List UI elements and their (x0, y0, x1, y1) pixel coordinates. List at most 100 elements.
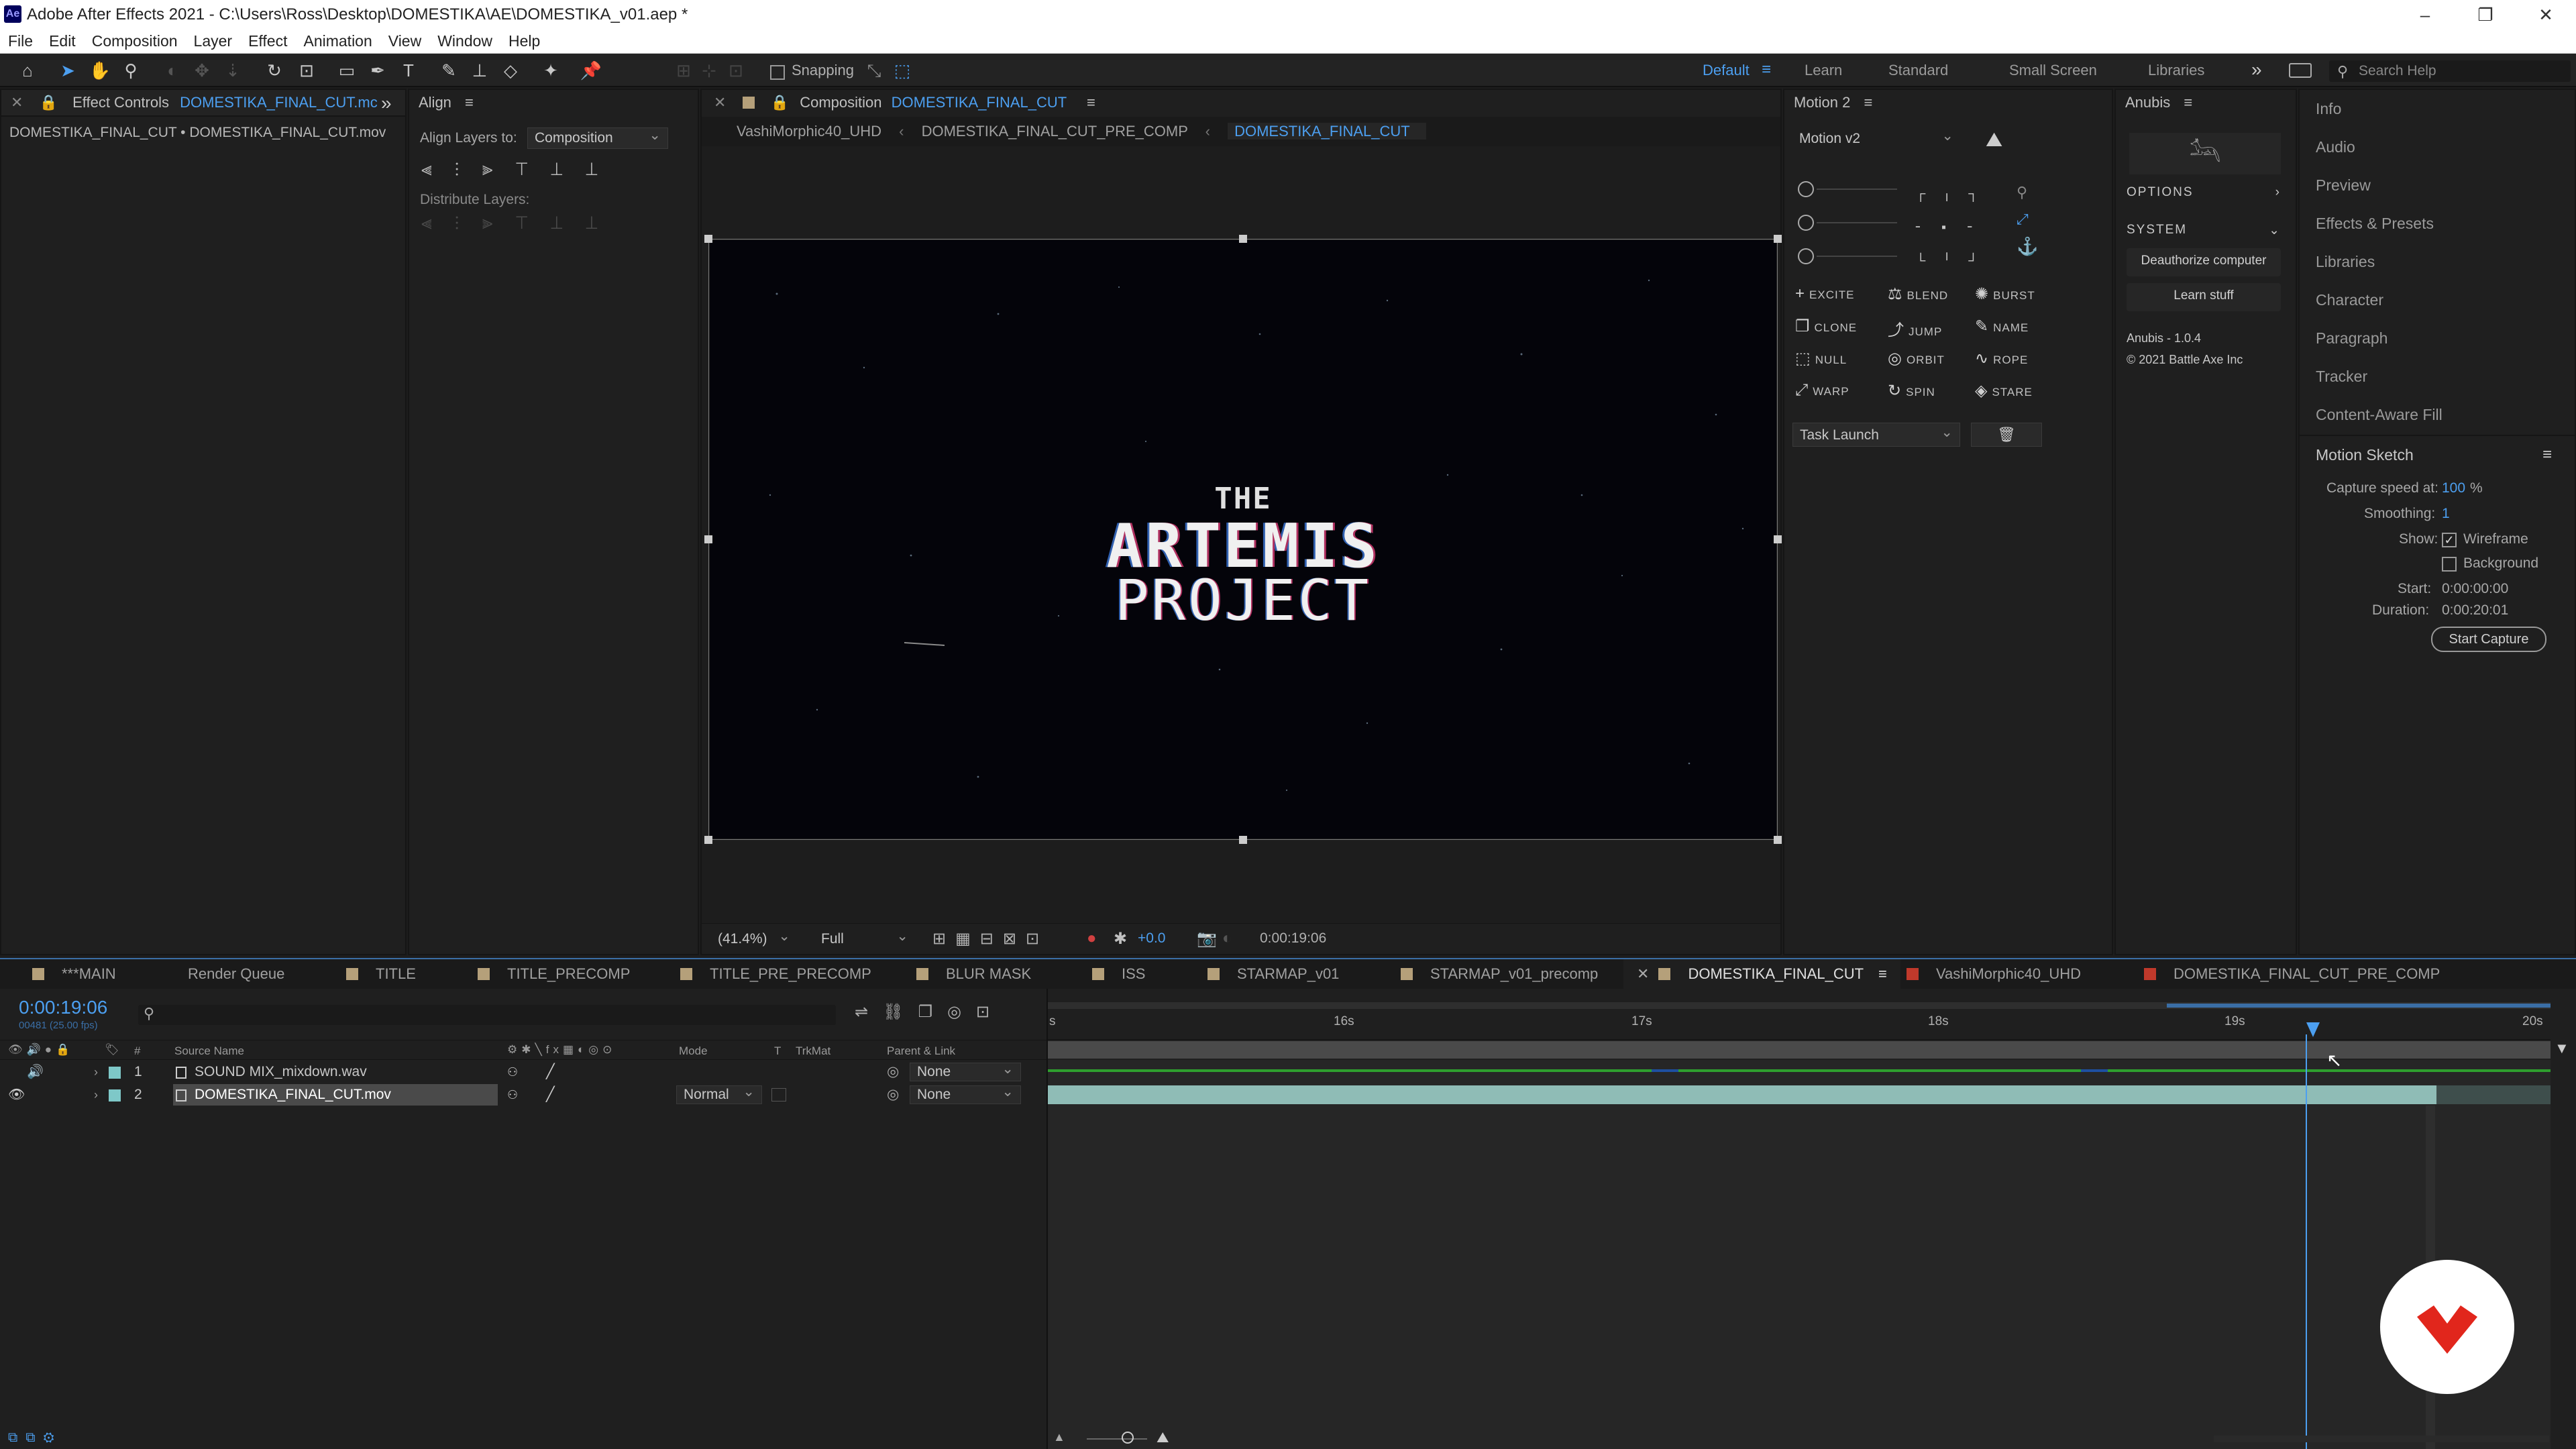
brush-tool-icon[interactable]: ✎ (437, 59, 460, 82)
menu-effect[interactable]: Effect (240, 30, 295, 52)
motion-tab[interactable]: Motion 2 ≡ (1784, 90, 2112, 117)
panel-overflow-icon[interactable]: » (381, 93, 392, 114)
transform-handle[interactable] (704, 535, 712, 543)
restore-button[interactable]: ❐ (2455, 0, 2516, 30)
background-checkbox[interactable] (2442, 557, 2457, 572)
capture-speed-value[interactable]: 100 (2442, 480, 2465, 496)
snap-edges-icon[interactable]: ⤡ (863, 59, 885, 82)
null-button[interactable]: ⬚ NULL (1795, 349, 1847, 368)
spin-button[interactable]: ↻ SPIN (1888, 381, 1935, 400)
breadcrumb-item[interactable]: VashiMorphic40_UHD (737, 123, 881, 140)
show-snapshot-icon[interactable]: ◐ (1222, 929, 1232, 948)
parent-dropdown[interactable]: None (910, 1083, 1021, 1104)
blend-mode-dropdown[interactable]: Normal (676, 1083, 762, 1104)
anchor-grid[interactable]: ┌╷┐ ╴▪╶ └╵┘ (1916, 177, 1996, 278)
tab-render-queue[interactable]: Render Queue (188, 959, 284, 989)
transform-handle[interactable] (1239, 235, 1247, 243)
rope-button[interactable]: ∿ ROPE (1975, 349, 2028, 368)
snap-features-icon[interactable]: ⬚ (891, 59, 914, 82)
excite-button[interactable]: + EXCITE (1795, 284, 1854, 303)
audio-track[interactable] (1048, 1061, 2551, 1083)
snapping-checkbox[interactable] (770, 65, 785, 80)
tab-title-precomp[interactable]: TITLE_PRECOMP (478, 959, 630, 989)
options-section[interactable]: OPTIONS › (2127, 185, 2281, 200)
shy-switch-icon[interactable]: ⚇ (507, 1061, 518, 1083)
expand-chevron-icon[interactable]: › (94, 1084, 98, 1106)
learn-stuff-button[interactable]: Learn stuff (2127, 283, 2281, 311)
transform-handle[interactable] (704, 836, 712, 844)
character-panel-tab[interactable]: Character (2300, 281, 2575, 319)
transform-handle[interactable] (1774, 535, 1782, 543)
slider-track[interactable] (1817, 222, 1897, 223)
panel-menu-icon[interactable]: ≡ (465, 94, 474, 111)
playhead-marker[interactable] (2306, 1022, 2320, 1037)
timeline-bottom-icons[interactable]: ⧉⧉⚙ (8, 1430, 62, 1446)
expand-chevron-icon[interactable]: › (94, 1061, 98, 1083)
paragraph-panel-tab[interactable]: Paragraph (2300, 319, 2575, 358)
workspace-default[interactable]: Default (1703, 62, 1750, 79)
horizontal-scrollbar[interactable] (2214, 1436, 2549, 1442)
motion-sketch-tab[interactable]: Motion Sketch (2300, 436, 2575, 474)
layer-name[interactable]: SOUND MIX_mixdown.wav (195, 1061, 367, 1083)
panel-menu-icon[interactable]: ≡ (2184, 94, 2192, 111)
workspace-learn[interactable]: Learn (1805, 62, 1842, 79)
zoom-slider-handle[interactable] (1122, 1432, 1134, 1444)
align-tab[interactable]: Align ≡ (409, 90, 698, 117)
transform-handle[interactable] (704, 235, 712, 243)
content-aware-fill-panel-tab[interactable]: Content-Aware Fill (2300, 396, 2575, 434)
pickwhip-icon[interactable]: ◎ (887, 1061, 899, 1083)
timeline-switches-icons[interactable]: ⇌⛓❐◎⊡ (855, 1002, 1004, 1022)
wireframe-checkbox[interactable]: ✓ (2442, 533, 2457, 547)
zoom-out-icon[interactable]: ▲ (1053, 1430, 1065, 1444)
close-tab-icon[interactable]: ✕ (11, 94, 23, 111)
zoom-in-icon[interactable]: ⛰ (1157, 1429, 1169, 1446)
menu-view[interactable]: View (380, 30, 429, 52)
menu-composition[interactable]: Composition (84, 30, 186, 52)
libraries-panel-tab[interactable]: Libraries (2300, 243, 2575, 281)
puppet-pin-icon[interactable]: 📌 (580, 59, 602, 82)
audio-layer-bar[interactable] (1048, 1069, 2551, 1072)
label-swatch[interactable] (109, 1089, 121, 1102)
jump-button[interactable]: ⤴ JUMP (1888, 317, 1942, 340)
parent-dropdown[interactable]: None (910, 1061, 1021, 1081)
orbit-camera-icon[interactable]: ◐ (161, 59, 184, 82)
motion-version-dropdown[interactable]: Motion v2 (1792, 126, 1960, 152)
layer-name[interactable]: DOMESTIKA_FINAL_CUT.mov (195, 1084, 391, 1106)
tab-vashimorphic[interactable]: VashiMorphic40_UHD (1907, 959, 2081, 989)
burst-button[interactable]: ✺ BURST (1975, 284, 2035, 304)
panel-menu-icon[interactable]: ≡ (2542, 445, 2552, 464)
close-tab-icon[interactable]: ✕ (714, 94, 726, 111)
warp-button[interactable]: ⤢ WARP (1795, 381, 1849, 400)
time-navigator[interactable] (1048, 1002, 2551, 1009)
composition-tab[interactable]: ✕ 🔒 Composition DOMESTIKA_FINAL_CUT ≡ (702, 90, 1780, 117)
transform-handle[interactable] (1774, 836, 1782, 844)
transform-handle[interactable] (1774, 235, 1782, 243)
column-source-name[interactable]: Source Name (174, 1044, 244, 1058)
slider-track[interactable] (1817, 256, 1897, 257)
pickwhip-icon[interactable]: ◎ (887, 1084, 899, 1106)
resolution-dropdown[interactable]: Full (814, 926, 915, 951)
breadcrumb-item[interactable]: DOMESTIKA_FINAL_CUT_PRE_COMP (922, 123, 1188, 140)
task-launch-dropdown[interactable]: Task Launch (1792, 421, 1960, 447)
tab-main[interactable]: ***MAIN (32, 959, 116, 989)
viewer-timecode[interactable]: 0:00:19:06 (1260, 930, 1326, 947)
selection-tool-icon[interactable]: ➤ (56, 59, 79, 82)
time-navigator-range[interactable] (2167, 1004, 2551, 1008)
tab-title-pre-precomp[interactable]: TITLE_PRE_PRECOMP (680, 959, 871, 989)
sync-settings-icon[interactable] (2289, 63, 2312, 78)
tab-final-cut-pre-comp[interactable]: DOMESTIKA_FINAL_CUT_PRE_COMP (2144, 959, 2440, 989)
info-panel-tab[interactable]: Info (2300, 90, 2575, 128)
menu-animation[interactable]: Animation (295, 30, 380, 52)
axis-world-icon[interactable]: ⊹ (698, 59, 720, 82)
align-to-dropdown[interactable]: Composition (527, 125, 668, 149)
composition-viewer[interactable]: THE ARTEMIS PROJECT (710, 240, 1776, 839)
rotation-tool-icon[interactable]: ↻ (263, 59, 286, 82)
roto-brush-icon[interactable]: ✦ (539, 59, 562, 82)
exposure-value[interactable]: +0.0 (1138, 930, 1165, 947)
clone-button[interactable]: ❐ CLONE (1795, 317, 1857, 336)
tracker-panel-tab[interactable]: Tracker (2300, 358, 2575, 396)
effect-controls-tab[interactable]: ✕ 🔒 Effect Controls DOMESTIKA_FINAL_CUT.… (1, 90, 405, 117)
align-buttons-row[interactable]: ⫷⫶⫸⊤⊥⊥ (421, 158, 621, 180)
search-help-input[interactable]: Search Help (2329, 60, 2571, 82)
home-icon[interactable]: ⌂ (16, 59, 39, 82)
